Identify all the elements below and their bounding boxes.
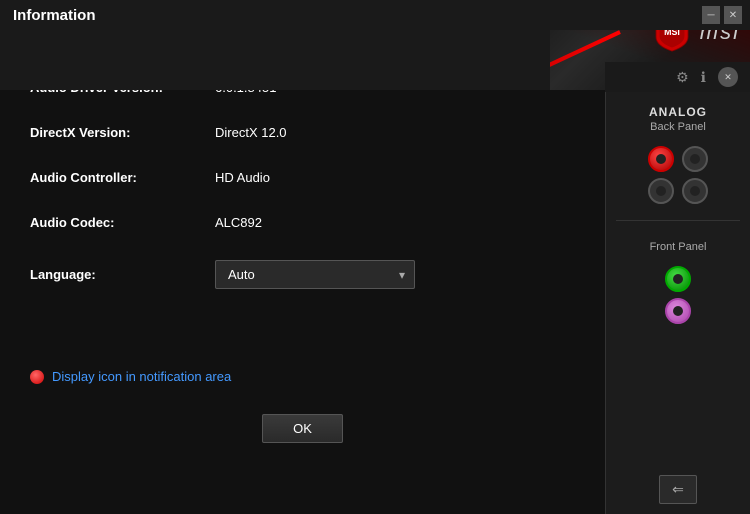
- close-button[interactable]: ✕: [724, 6, 742, 24]
- notification-text: Display icon in notification area: [52, 369, 231, 384]
- jack-inner: [673, 274, 683, 284]
- jack-green[interactable]: [665, 266, 691, 292]
- jack-item-2: [616, 178, 740, 204]
- audio-controller-row: Audio Controller: HD Audio: [30, 170, 575, 185]
- front-jack-item-2: [616, 298, 740, 324]
- audio-codec-value: ALC892: [215, 215, 262, 230]
- audio-controller-label: Audio Controller:: [30, 170, 215, 185]
- jack-inner: [690, 154, 700, 164]
- jack-red[interactable]: [648, 146, 674, 172]
- audio-codec-row: Audio Codec: ALC892: [30, 215, 575, 230]
- close-circle-button[interactable]: ✕: [718, 67, 738, 87]
- language-select-wrapper: Auto English Chinese Japanese Korean Ger…: [215, 260, 415, 289]
- title-bar: Information ─ ✕: [0, 0, 750, 30]
- directx-value: DirectX 12.0: [215, 125, 287, 140]
- front-panel-header: Front Panel: [606, 229, 750, 258]
- notification-red-dot: [30, 370, 44, 384]
- jack-gray-3[interactable]: [682, 178, 708, 204]
- language-select[interactable]: Auto English Chinese Japanese Korean Ger…: [215, 260, 415, 289]
- minimize-button[interactable]: ─: [702, 6, 720, 24]
- top-toolbar: ⚙ ℹ ✕: [605, 62, 750, 92]
- directx-row: DirectX Version: DirectX 12.0: [30, 125, 575, 140]
- back-button[interactable]: ⇐: [659, 475, 697, 504]
- ok-button[interactable]: OK: [262, 414, 343, 443]
- jack-inner: [673, 306, 683, 316]
- back-panel-jacks: [606, 138, 750, 212]
- front-panel-label: Front Panel: [611, 241, 745, 253]
- back-panel-label: Back Panel: [611, 121, 745, 133]
- analog-label: ANALOG: [611, 105, 745, 119]
- info-icon[interactable]: ℹ: [701, 69, 706, 86]
- analog-back-panel-header: ANALOG Back Panel: [606, 90, 750, 138]
- window-controls: ─ ✕: [702, 6, 742, 24]
- right-panel: ANALOG Back Panel Front Panel: [605, 90, 750, 514]
- jack-pink[interactable]: [665, 298, 691, 324]
- notification-area: Display icon in notification area: [0, 349, 605, 404]
- close-x-icon: ✕: [724, 72, 732, 83]
- jack-gray-2[interactable]: [648, 178, 674, 204]
- audio-codec-label: Audio Codec:: [30, 215, 215, 230]
- gear-icon[interactable]: ⚙: [676, 69, 689, 86]
- language-label: Language:: [30, 267, 215, 282]
- jack-inner: [690, 186, 700, 196]
- ok-button-area: OK: [0, 414, 605, 443]
- bottom-button-area: ⇐: [606, 475, 750, 504]
- window-title: Information: [8, 7, 96, 24]
- front-jack-item-1: [616, 266, 740, 292]
- language-row: Language: Auto English Chinese Japanese …: [30, 260, 575, 289]
- jack-inner: [656, 154, 666, 164]
- main-content: Audio Driver Version: 6.0.1.8451 DirectX…: [0, 30, 605, 514]
- jack-gray-1[interactable]: [682, 146, 708, 172]
- front-panel-jacks: [606, 258, 750, 332]
- jack-inner: [656, 186, 666, 196]
- audio-controller-value: HD Audio: [215, 170, 270, 185]
- jack-item-1: [616, 146, 740, 172]
- directx-label: DirectX Version:: [30, 125, 215, 140]
- panel-separator: [616, 220, 740, 221]
